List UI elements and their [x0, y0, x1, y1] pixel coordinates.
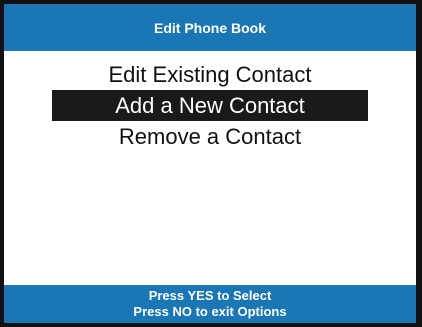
menu-item-label: Remove a Contact — [118, 123, 302, 149]
title-bar: Edit Phone Book — [4, 4, 416, 51]
footer-select-hint: Press YES to Select — [148, 288, 272, 303]
screen: Edit Phone Book Edit Existing Contact Ad… — [4, 4, 416, 323]
menu-item-remove-contact[interactable]: Remove a Contact — [4, 121, 416, 152]
footer-exit-hint: Press NO to exit Options — [133, 304, 287, 319]
menu-item-edit-existing-contact[interactable]: Edit Existing Contact — [4, 59, 416, 90]
menu-item-label: Add a New Contact — [115, 92, 305, 118]
options-menu: Edit Existing Contact Add a New Contact … — [4, 59, 416, 152]
device-frame: Edit Phone Book Edit Existing Contact Ad… — [0, 0, 422, 327]
menu-item-add-new-contact[interactable]: Add a New Contact — [52, 90, 368, 121]
page-title: Edit Phone Book — [154, 19, 266, 36]
menu-item-label: Edit Existing Contact — [108, 61, 312, 87]
instruction-footer: Press YES to Select Press NO to exit Opt… — [4, 285, 416, 323]
